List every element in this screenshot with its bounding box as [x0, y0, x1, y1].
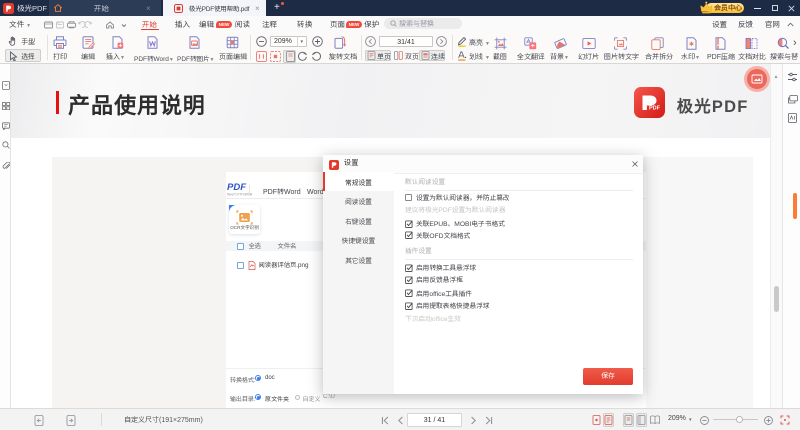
svg-text:PDF: PDF [649, 106, 661, 112]
